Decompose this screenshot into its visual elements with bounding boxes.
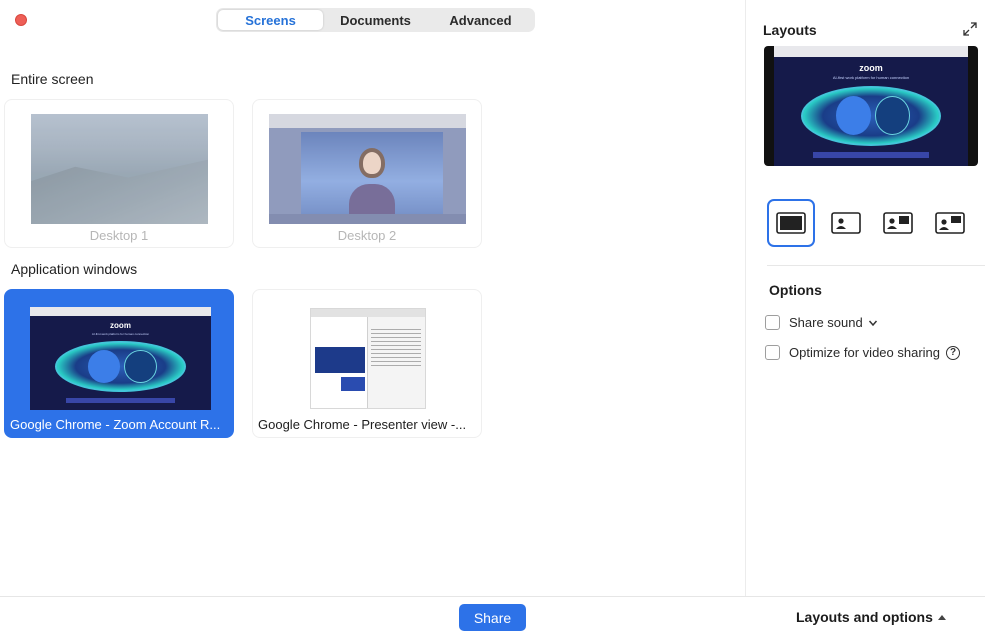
desktop-2-toolbar [269, 114, 466, 128]
avatar-body [349, 184, 395, 214]
layout-preview-image: zoom AI-first work platform for human co… [774, 46, 968, 166]
browser-toolbar [30, 307, 211, 317]
preview-zoom-logo: zoom [859, 62, 883, 73]
chrome-presenter-window-label: Google Chrome - Presenter view -... [258, 417, 467, 432]
side-by-side-layout-icon [883, 212, 913, 234]
zoom-logo: zoom [110, 321, 131, 331]
chrome-zoom-window-thumbnail[interactable]: zoom AI-first work platform for human co… [4, 289, 234, 438]
desktop-1-wallpaper [31, 159, 208, 224]
caret-up-icon [937, 614, 946, 620]
business-services-circle [124, 350, 157, 384]
presenter-toolbar [311, 309, 425, 317]
share-screen-window: Screens Documents Advanced Entire screen… [0, 0, 985, 634]
desktop-2-video-window [301, 132, 443, 214]
help-icon[interactable]: ? [946, 345, 961, 360]
speaker-notes [371, 329, 421, 369]
platform-oval [55, 340, 186, 393]
entire-screen-heading: Entire screen [11, 71, 94, 87]
share-sound-label: Share sound [789, 315, 863, 330]
desktop-1-preview [31, 114, 208, 224]
layout-pip-right-button[interactable] [926, 199, 974, 247]
layouts-and-options-label: Layouts and options [796, 609, 933, 625]
picture-in-picture-left-icon [831, 212, 861, 234]
share-sound-option: Share sound [765, 315, 878, 330]
chevron-down-icon[interactable] [868, 318, 878, 328]
preview-business-circle [874, 96, 910, 135]
share-sound-checkbox[interactable] [765, 315, 780, 330]
application-windows-heading: Application windows [11, 261, 138, 277]
preview-oval [801, 85, 941, 146]
layouts-panel: Layouts zoom AI-first work platform for … [745, 0, 985, 596]
layout-side-by-side-button[interactable] [874, 199, 922, 247]
preview-browser-toolbar [774, 46, 968, 57]
source-tabs: Screens Documents Advanced [216, 8, 535, 32]
share-button[interactable]: Share [459, 604, 526, 631]
tab-documents[interactable]: Documents [323, 10, 428, 30]
zoom-promo-preview: zoom AI-first work platform for human co… [30, 307, 211, 410]
optimize-video-checkbox[interactable] [765, 345, 780, 360]
layouts-title: Layouts [763, 22, 817, 38]
current-slide-thumbnail [315, 347, 365, 373]
desktop-1-label: Desktop 1 [89, 228, 149, 243]
next-slide-thumbnail [341, 377, 365, 391]
desktop-2-thumbnail[interactable]: Desktop 2 [252, 99, 482, 248]
layout-preview: zoom AI-first work platform for human co… [764, 46, 978, 166]
chrome-zoom-window-label: Google Chrome - Zoom Account R... [10, 417, 221, 432]
footer-bar: Share Layouts and options [0, 596, 985, 634]
close-window-button[interactable] [15, 14, 27, 26]
zoom-tagline: AI-first work platform for human connect… [91, 331, 150, 336]
desktop-2-label: Desktop 2 [337, 228, 397, 243]
layout-pip-left-button[interactable] [822, 199, 870, 247]
options-title: Options [769, 282, 822, 298]
preview-strip [812, 151, 930, 158]
picture-in-picture-right-icon [935, 212, 965, 234]
preview-workplace-circle [836, 96, 871, 135]
avatar-head [359, 148, 385, 178]
layouts-and-options-toggle[interactable]: Layouts and options [796, 609, 946, 625]
optimize-video-option: Optimize for video sharing ? [765, 345, 961, 360]
full-screen-layout-icon [776, 212, 806, 234]
desktop-1-thumbnail[interactable]: Desktop 1 [4, 99, 234, 248]
promo-strip [66, 397, 175, 403]
optimize-video-label: Optimize for video sharing [789, 345, 941, 360]
layout-options [767, 199, 981, 247]
presenter-slide-column [311, 317, 368, 408]
layout-full-screen-button[interactable] [767, 199, 815, 247]
tab-screens[interactable]: Screens [218, 10, 323, 30]
desktop-2-dock [269, 214, 466, 224]
presenter-view-preview [310, 308, 426, 409]
desktop-2-preview [269, 114, 466, 224]
tab-advanced[interactable]: Advanced [428, 10, 533, 30]
expand-icon[interactable] [962, 21, 978, 37]
preview-tagline: AI-first work platform for human connect… [832, 74, 910, 80]
panel-divider [767, 265, 985, 266]
chrome-presenter-window-thumbnail[interactable]: Google Chrome - Presenter view -... [252, 289, 482, 438]
